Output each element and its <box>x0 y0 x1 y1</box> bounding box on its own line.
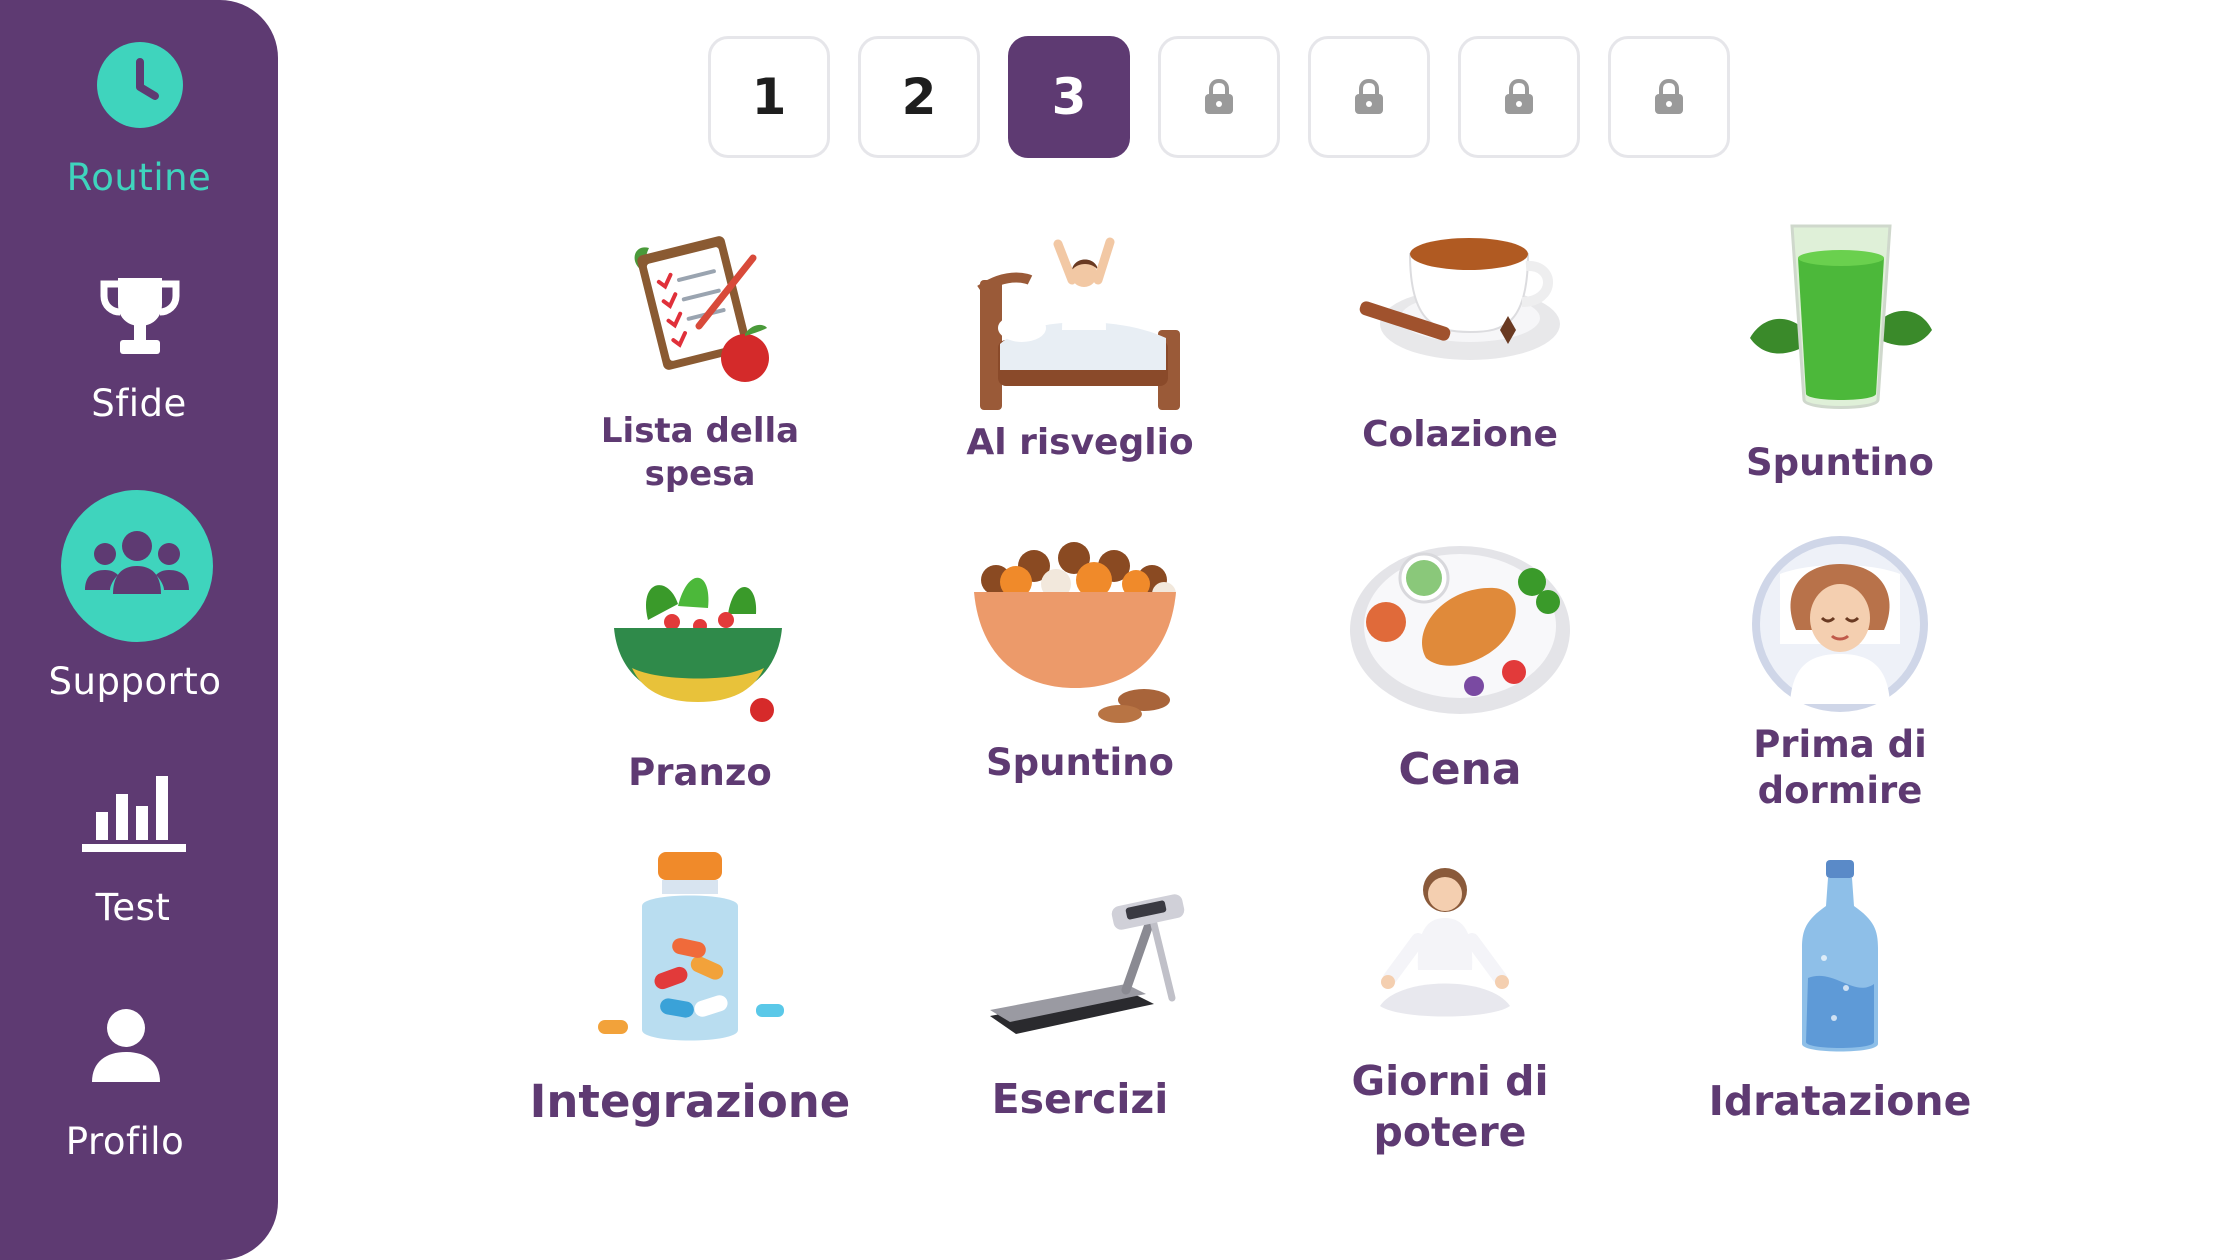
sleeping-woman-icon <box>1752 536 1928 712</box>
wake-up-icon <box>977 237 1180 410</box>
tile-prima-di-dormire[interactable]: Prima di dormire <box>1680 530 2000 830</box>
tile-giorni-di-potere[interactable]: Giorni di potere <box>1290 850 1610 1170</box>
tile-label: Spuntino <box>1746 441 1934 484</box>
salad-bowl-icon <box>614 577 782 722</box>
group-icon <box>61 490 213 642</box>
page-button-locked[interactable] <box>1608 36 1730 158</box>
nav-test-label: Test <box>95 886 171 929</box>
nav-supporto[interactable]: Supporto <box>0 490 278 710</box>
tile-al-risveglio[interactable]: Al risveglio <box>920 200 1240 480</box>
tile-pranzo[interactable]: Pranzo <box>540 530 860 810</box>
tile-idratazione[interactable]: Idratazione <box>1680 850 2000 1150</box>
tile-label: Giorni di potere <box>1351 1057 1549 1157</box>
shopping-list-icon <box>634 236 769 382</box>
nav-sfide[interactable]: Sfide <box>0 270 278 440</box>
water-bottle-icon <box>1802 860 1878 1052</box>
tile-label: Cena <box>1398 744 1522 795</box>
nav-profilo-label: Profilo <box>65 1120 185 1163</box>
nav-routine-label: Routine <box>66 156 212 199</box>
lock-icon <box>1655 78 1683 114</box>
lock-icon <box>1205 78 1233 114</box>
nav-profilo[interactable]: Profilo <box>0 1000 278 1170</box>
tile-label: Spuntino <box>986 741 1174 784</box>
page-button-1[interactable]: 1 <box>708 36 830 158</box>
page-button-locked[interactable] <box>1158 36 1280 158</box>
nav-routine[interactable]: Routine <box>0 30 278 210</box>
breakfast-icon <box>1359 238 1560 360</box>
tile-spuntino-1[interactable]: Spuntino <box>1680 200 2000 500</box>
page-button-3[interactable]: 3 <box>1008 36 1130 158</box>
user-icon <box>92 1009 160 1082</box>
tile-colazione[interactable]: Colazione <box>1300 200 1620 480</box>
trophy-icon <box>100 278 180 354</box>
green-juice-icon <box>1750 224 1932 409</box>
tile-integrazione[interactable]: Integrazione <box>520 850 860 1150</box>
tile-spuntino-2[interactable]: Spuntino <box>920 530 1240 810</box>
tile-label: Al risveglio <box>966 422 1194 463</box>
bar-chart-icon <box>82 776 186 852</box>
tile-label: Pranzo <box>628 751 772 794</box>
tile-cena[interactable]: Cena <box>1300 530 1620 810</box>
tile-lista-della-spesa[interactable]: Lista della spesa <box>540 200 860 494</box>
tile-label: Colazione <box>1362 414 1558 455</box>
tile-label: Integrazione <box>529 1075 851 1128</box>
treadmill-icon <box>990 894 1185 1034</box>
page-button-locked[interactable] <box>1308 36 1430 158</box>
supplements-bottle-icon <box>598 852 784 1041</box>
page-button-locked[interactable] <box>1458 36 1580 158</box>
tile-label: Prima di dormire <box>1753 723 1927 813</box>
tile-esercizi[interactable]: Esercizi <box>920 850 1240 1150</box>
sidebar: Routine Sfide Supporto Test Profilo <box>0 0 278 1260</box>
tile-label: Esercizi <box>991 1075 1169 1123</box>
clock-icon <box>97 42 183 128</box>
page-button-2[interactable]: 2 <box>858 36 980 158</box>
lock-icon <box>1505 78 1533 114</box>
lock-icon <box>1355 78 1383 114</box>
tile-label: Idratazione <box>1708 1077 1972 1125</box>
nuts-bowl-icon <box>974 542 1176 723</box>
nav-sfide-label: Sfide <box>91 382 187 425</box>
tile-label: Lista della spesa <box>600 411 800 494</box>
meditation-icon <box>1380 868 1510 1017</box>
nav-supporto-label: Supporto <box>48 660 222 703</box>
dinner-plate-icon <box>1350 546 1570 714</box>
nav-test[interactable]: Test <box>0 764 278 934</box>
